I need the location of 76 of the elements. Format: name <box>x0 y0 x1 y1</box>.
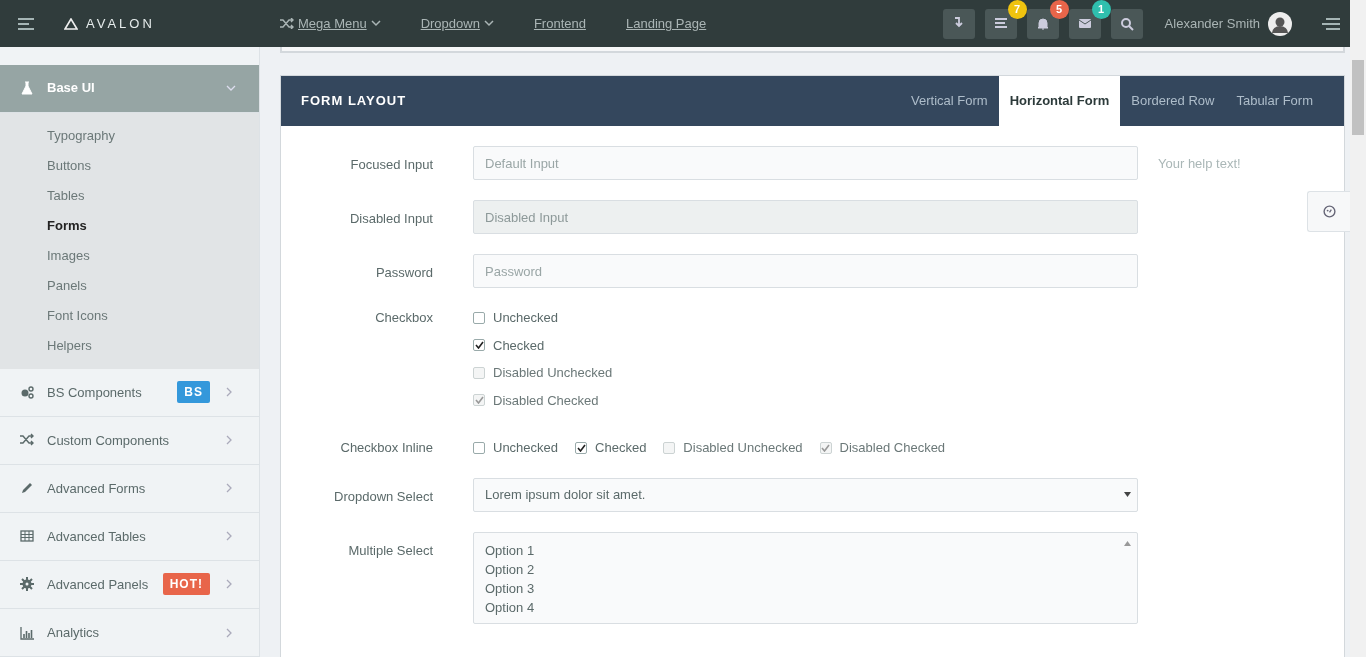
sidebar-item[interactable]: Analytics <box>0 609 259 657</box>
submenu-item[interactable]: Helpers <box>47 330 259 361</box>
scroll-up-icon <box>1124 540 1131 546</box>
check-icon <box>474 341 484 350</box>
settings-button[interactable] <box>1307 191 1350 233</box>
submenu-item[interactable]: Forms <box>47 210 259 241</box>
bar-chart-icon <box>20 625 34 640</box>
submenu-item[interactable]: Buttons <box>47 150 259 181</box>
dropdown-select[interactable]: Lorem ipsum dolor sit amet. <box>473 477 1138 512</box>
tab[interactable]: Horizontal Form <box>998 76 1121 127</box>
nav-link[interactable]: Mega Menu <box>280 13 381 34</box>
field-label: Multiple Select <box>347 541 434 560</box>
nav-link[interactable]: Landing Page <box>625 13 707 34</box>
avatar-icon <box>1268 11 1292 36</box>
sidebar-item[interactable]: Advanced Forms <box>0 464 259 513</box>
toolbar-button[interactable] <box>942 8 975 39</box>
nav-link[interactable]: Frontend <box>533 13 586 34</box>
nav-link[interactable]: Dropdown <box>420 13 494 34</box>
tab[interactable]: Tabular Form <box>1225 76 1324 127</box>
table-icon <box>20 529 34 544</box>
gear-icon <box>20 577 34 592</box>
field-label: Checkbox Inline <box>339 439 434 458</box>
dropdown-arrow-icon <box>1124 492 1131 498</box>
field-label: Disabled Input <box>348 210 434 229</box>
shuffle-icon <box>280 18 294 30</box>
sidebar-item[interactable]: Advanced Panels HOT! <box>0 560 259 609</box>
field-label: Dropdown Select <box>333 487 434 506</box>
select-option[interactable]: Option 2 <box>485 559 1126 579</box>
field-label: Checkbox <box>374 309 434 328</box>
caret-icon <box>483 20 494 28</box>
menu-icon <box>1322 17 1340 30</box>
tab[interactable]: Vertical Form <box>900 76 999 127</box>
toolbar-button[interactable] <box>1110 8 1143 39</box>
count-badge: 7 <box>1007 0 1027 19</box>
tab[interactable]: Bordered Row <box>1120 76 1226 127</box>
logo-icon <box>64 17 78 30</box>
check-icon <box>474 396 484 405</box>
shuffle-icon <box>20 433 34 448</box>
checkbox[interactable]: Checked <box>575 438 647 458</box>
sidebar-item[interactable]: Custom Components <box>0 416 259 465</box>
submenu-item[interactable]: Typography <box>47 120 259 151</box>
select-option[interactable]: Option 3 <box>485 578 1126 598</box>
checkbox[interactable]: Unchecked <box>473 438 559 458</box>
sidebar-badge: BS <box>177 381 210 404</box>
submenu-item[interactable]: Panels <box>47 270 259 301</box>
menu-icon <box>18 17 34 30</box>
submenu-item[interactable]: Images <box>47 240 259 271</box>
count-badge: 1 <box>1091 0 1111 19</box>
submenu-item[interactable]: Tables <box>47 180 259 211</box>
count-badge: 5 <box>1049 0 1069 19</box>
checkbox[interactable]: Checked <box>473 335 613 356</box>
help-text: Your help text! <box>1157 155 1241 174</box>
select-option[interactable]: Option 4 <box>485 597 1126 617</box>
input-field[interactable]: Password <box>473 254 1138 289</box>
sidebar-item[interactable]: Advanced Tables <box>0 512 259 561</box>
field-label: Password <box>374 264 434 283</box>
select-option[interactable]: Option 1 <box>485 540 1126 560</box>
flask-icon <box>20 81 34 96</box>
caret-icon <box>370 20 381 28</box>
user-menu[interactable]: Alexander Smith <box>1164 11 1292 36</box>
field-label: Focused Input <box>349 156 434 175</box>
pencil-icon <box>20 481 34 496</box>
checkbox[interactable]: Unchecked <box>473 308 613 328</box>
check-icon <box>821 443 831 452</box>
brand-name: AVALON <box>86 14 155 33</box>
multi-select[interactable]: Option 1 Option 2 Option 3 Option 4 <box>473 531 1138 624</box>
panel-title: FORM LAYOUT <box>300 92 407 111</box>
sidebar-badge: HOT! <box>162 573 210 596</box>
search-icon <box>1118 15 1135 32</box>
submenu-item[interactable]: Font Icons <box>47 300 259 331</box>
user-name: Alexander Smith <box>1164 14 1260 33</box>
sidebar-item[interactable]: BS Components BS <box>0 368 259 417</box>
check-icon <box>576 443 586 452</box>
input-field[interactable]: Default Input <box>473 146 1138 181</box>
cogs-icon <box>20 385 34 400</box>
settings-icon <box>1322 205 1336 219</box>
